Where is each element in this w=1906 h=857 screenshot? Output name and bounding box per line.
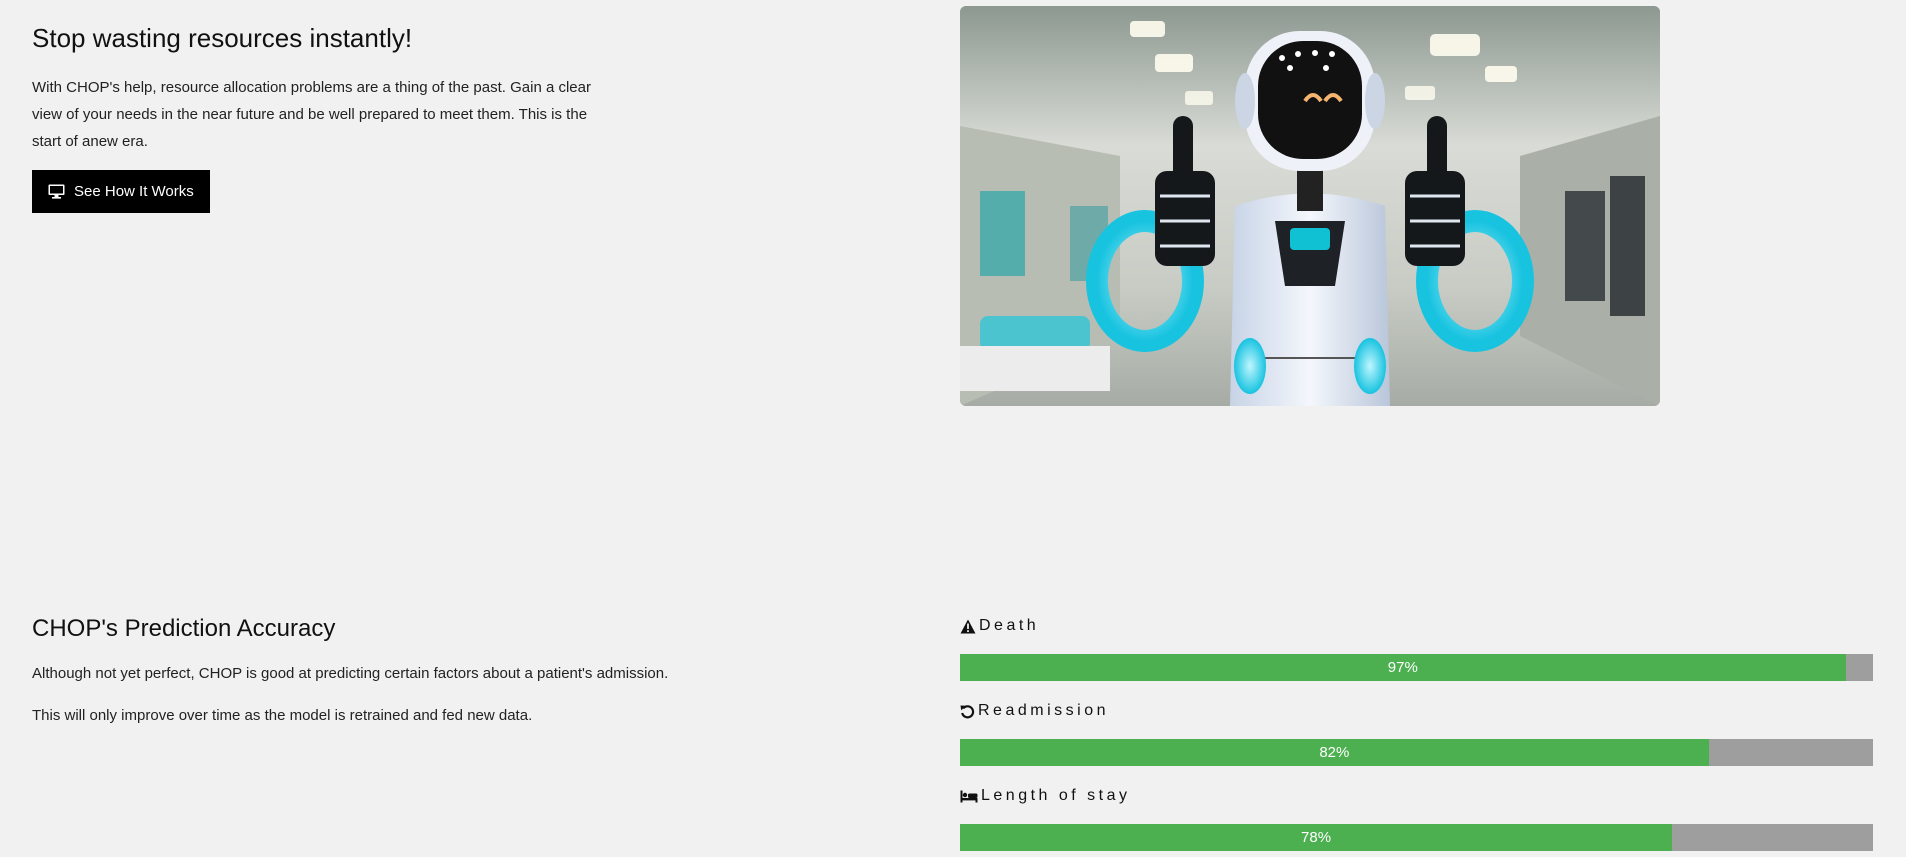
metric-readmission-label: Readmission	[978, 702, 1109, 719]
accuracy-paragraph-2: This will only improve over time as the …	[32, 707, 533, 724]
hero-title: Stop wasting resources instantly!	[32, 23, 413, 53]
metric-length-of-stay-label: Length of stay	[981, 787, 1131, 804]
hero-description: With CHOP's help, resource allocation pr…	[32, 79, 591, 150]
readmission-progress-fill: 82%	[960, 739, 1709, 766]
metric-readmission: Readmission 82%	[960, 699, 1873, 766]
see-how-it-works-label: See How It Works	[74, 183, 194, 200]
bed-icon	[960, 790, 981, 803]
accuracy-title: CHOP's Prediction Accuracy	[32, 615, 336, 642]
landing-page: Stop wasting resources instantly! With C…	[0, 0, 1906, 857]
accuracy-metrics: Death 97% Readmission 82% Length of stay…	[960, 614, 1873, 857]
metric-length-of-stay: Length of stay 78%	[960, 784, 1873, 851]
readmission-percent: 82%	[1319, 744, 1350, 761]
desktop-icon	[48, 184, 65, 199]
death-progress-fill: 97%	[960, 654, 1846, 681]
accuracy-paragraph-1: Although not yet perfect, CHOP is good a…	[32, 665, 669, 682]
metric-death-label: Death	[979, 617, 1040, 634]
death-percent: 97%	[1387, 659, 1418, 676]
length-of-stay-progress-fill: 78%	[960, 824, 1673, 851]
see-how-it-works-button[interactable]: See How It Works	[32, 170, 210, 213]
death-progress-bar: 97%	[960, 654, 1873, 681]
warning-icon	[960, 619, 979, 634]
length-of-stay-percent: 78%	[1301, 829, 1332, 846]
robot-illustration	[960, 6, 1660, 406]
prediction-accuracy-section: CHOP's Prediction Accuracy Although not …	[32, 612, 932, 727]
hero-section: Stop wasting resources instantly! With C…	[32, 20, 932, 213]
length-of-stay-progress-bar: 78%	[960, 824, 1873, 851]
readmission-progress-bar: 82%	[960, 739, 1873, 766]
refresh-icon	[960, 704, 978, 719]
metric-death: Death 97%	[960, 614, 1873, 681]
